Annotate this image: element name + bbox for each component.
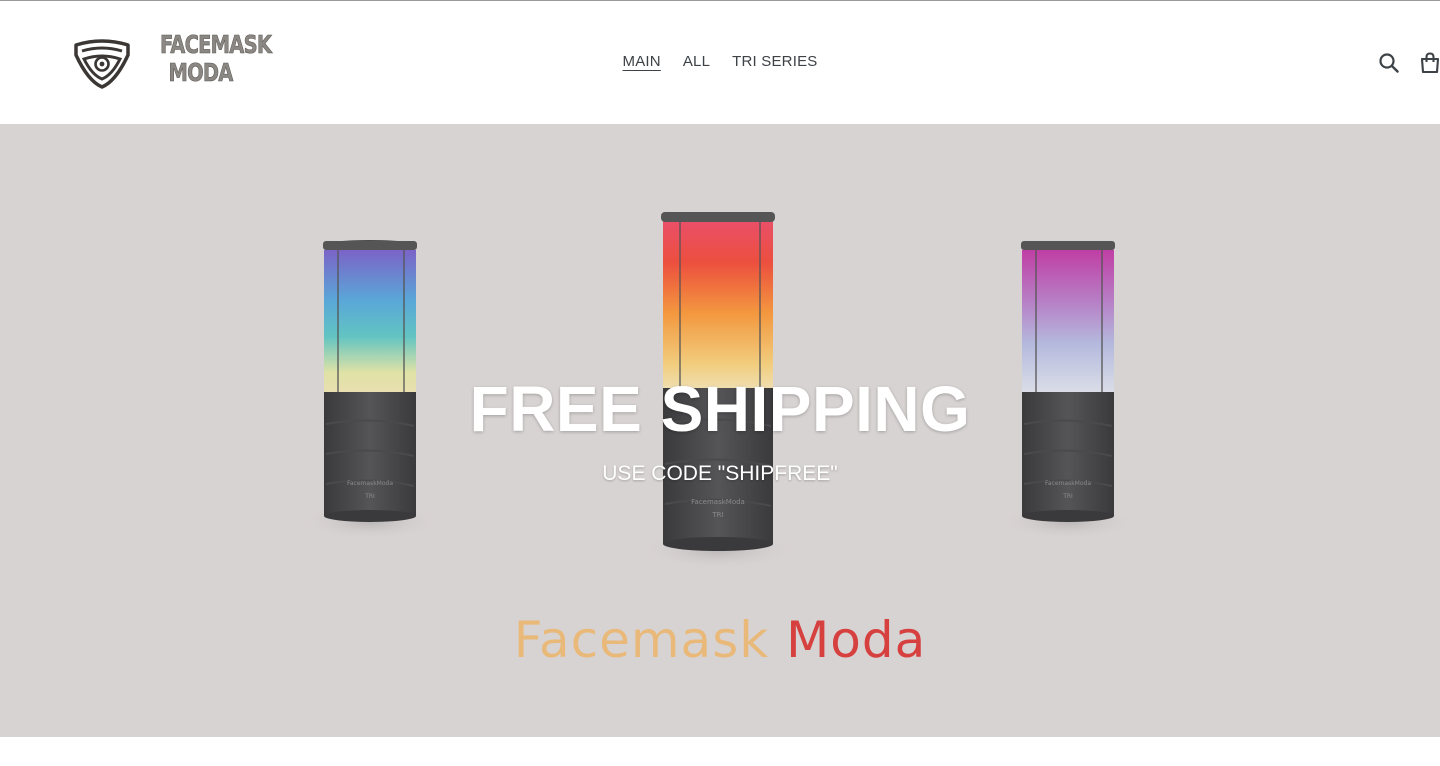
hero-title: FREE SHIPPING [469, 373, 971, 445]
hero-brand-wordmark: Facemask Moda [0, 610, 1440, 670]
brand-word-facemask: Facemask [513, 611, 770, 669]
hero-banner[interactable]: FacemaskModa TRI FacemaskModa TRI Facema… [0, 124, 1440, 737]
search-icon [1379, 53, 1399, 73]
left-tube-tag: TRI [364, 493, 375, 500]
hero-subtitle: USE CODE "SHIPFREE" [602, 462, 838, 485]
site-header: FACEMASK MODA MAIN ALL TRI SERIES [0, 1, 1440, 124]
search-button[interactable] [1377, 51, 1401, 75]
center-tube-label: FacemaskModa [691, 498, 745, 506]
below-fold-strip [0, 737, 1440, 766]
cart-icon [1420, 52, 1440, 74]
right-tube-tag: TRI [1062, 493, 1073, 500]
center-tube-tag: TRI [711, 511, 723, 519]
nav-item-main[interactable]: MAIN [623, 52, 661, 72]
brand-word-moda: Moda [786, 611, 927, 669]
cart-button[interactable] [1418, 51, 1440, 75]
nav-item-all[interactable]: ALL [683, 52, 710, 72]
main-navigation: MAIN ALL TRI SERIES [0, 52, 1440, 72]
nav-item-tri-series[interactable]: TRI SERIES [732, 52, 817, 72]
